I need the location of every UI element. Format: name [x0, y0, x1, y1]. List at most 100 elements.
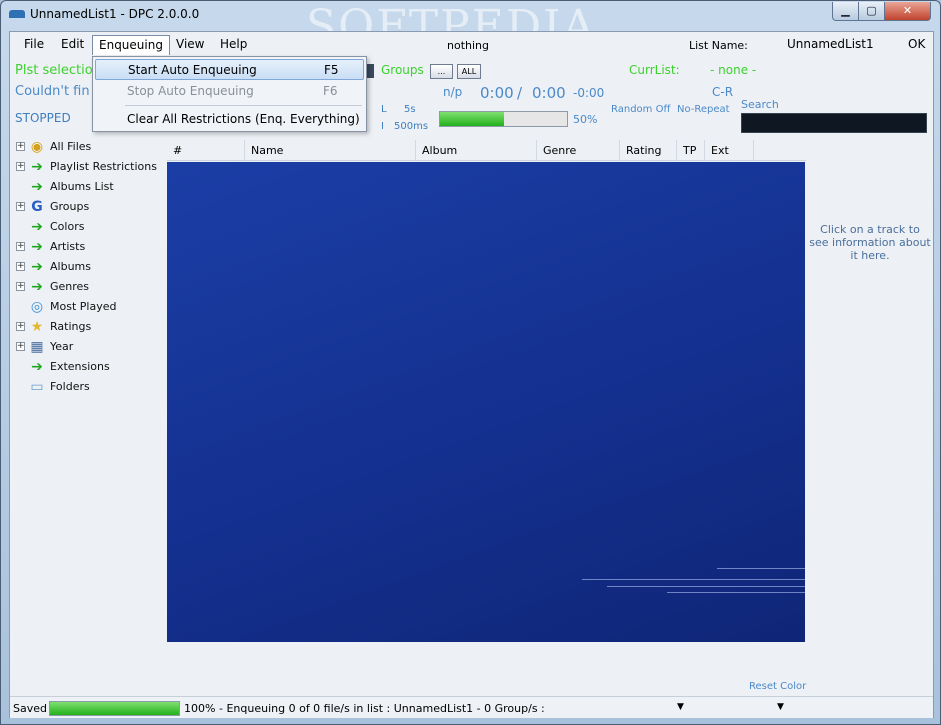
cr-label[interactable]: C-R — [712, 85, 733, 99]
title-bar[interactable]: UnnamedList1 - DPC 2.0.0.0 SOFTPEDIA ▁ ▢… — [1, 1, 940, 49]
menu-edit[interactable]: Edit — [55, 35, 90, 55]
tree-item-groups[interactable]: + G Groups — [14, 198, 164, 216]
expand-icon[interactable]: + — [16, 162, 25, 171]
tree-item-label: Groups — [50, 200, 90, 213]
tree-item-folders[interactable]: ▭ Folders — [14, 378, 164, 396]
list-name-value[interactable]: UnnamedList1 — [787, 37, 874, 51]
expand-icon[interactable]: + — [16, 342, 25, 351]
status-text: - Enqueuing 0 of 0 file/s in list : Unna… — [219, 702, 545, 715]
i-label: I — [381, 121, 384, 132]
currlist-value: - none - — [710, 63, 757, 77]
time-elapsed: 0:00 — [480, 84, 514, 102]
status-bar: Saved 100% - Enqueuing 0 of 0 file/s in … — [10, 696, 933, 718]
tree-item-label: Playlist Restrictions — [50, 160, 157, 173]
column-rating[interactable]: Rating — [619, 140, 677, 161]
tree-item-artists[interactable]: + ➔ Artists — [14, 238, 164, 256]
disc-icon: ◎ — [30, 299, 44, 315]
arrow-icon: ➔ — [31, 279, 43, 295]
repeat-toggle[interactable]: No-Repeat — [677, 104, 730, 115]
tree-item-genres[interactable]: + ➔ Genres — [14, 278, 164, 296]
now-playing-text: nothing — [447, 39, 489, 52]
app-icon — [9, 10, 25, 18]
playlist-selection-text: Plst selectio — [15, 63, 93, 78]
column-album[interactable]: Album — [415, 140, 537, 161]
menu-separator — [125, 105, 362, 106]
track-table-header: # Name Album Genre Rating TP Ext — [167, 140, 806, 161]
arrow-icon: ➔ — [31, 359, 43, 375]
time-remaining: -0:00 — [573, 86, 605, 100]
menu-file[interactable]: File — [18, 35, 50, 55]
menu-enqueuing[interactable]: Enqueuing — [92, 35, 170, 55]
arrow-icon: ➔ — [31, 259, 43, 275]
tree-item-year[interactable]: + ▦ Year — [14, 338, 164, 356]
app-window: UnnamedList1 - DPC 2.0.0.0 SOFTPEDIA ▁ ▢… — [0, 0, 941, 725]
expand-icon[interactable]: + — [16, 242, 25, 251]
player-state: STOPPED — [15, 111, 71, 125]
menu-start-auto-enqueuing[interactable]: Start Auto Enqueuing F5 — [95, 59, 364, 80]
column-tp[interactable]: TP — [676, 140, 705, 161]
column-ext[interactable]: Ext — [704, 140, 754, 161]
tree-item-label: Extensions — [50, 360, 110, 373]
tree-item-albums[interactable]: + ➔ Albums — [14, 258, 164, 276]
ok-button[interactable]: OK — [908, 37, 925, 51]
arrow-icon: ➔ — [31, 219, 43, 235]
tree-item-playlist-restrictions[interactable]: + ➔ Playlist Restrictions — [14, 158, 164, 176]
column-genre[interactable]: Genre — [536, 140, 620, 161]
volume-percent: 50% — [573, 113, 598, 126]
expand-icon[interactable]: + — [16, 322, 25, 331]
menu-view[interactable]: View — [170, 35, 210, 55]
track-info-message: Click on a track to see information abou… — [809, 223, 931, 262]
folder-icon: ▭ — [30, 379, 44, 395]
expand-icon[interactable]: + — [16, 282, 25, 291]
arrow-icon: ➔ — [31, 239, 43, 255]
tree-item-colors[interactable]: ➔ Colors — [14, 218, 164, 236]
groups-more-button[interactable]: ... — [430, 64, 453, 79]
status-progress-fill — [50, 702, 179, 715]
search-input[interactable] — [741, 113, 927, 133]
l-value[interactable]: 5s — [404, 104, 416, 115]
background-streak — [607, 586, 805, 587]
menu-clear-all-restrictions[interactable]: Clear All Restrictions (Enq. Everything) — [95, 109, 364, 130]
menu-item-shortcut: F6 — [323, 84, 338, 98]
status-percent: 100% — [184, 702, 216, 715]
reset-color-link[interactable]: Reset Color — [749, 681, 806, 692]
i-value[interactable]: 500ms — [394, 121, 428, 132]
track-list[interactable] — [167, 162, 805, 642]
time-total: 0:00 — [532, 84, 566, 102]
menu-item-shortcut: F5 — [324, 63, 339, 77]
expand-icon[interactable]: + — [16, 262, 25, 271]
expand-icon[interactable]: + — [16, 142, 25, 151]
time-separator: / — [517, 84, 523, 102]
second-dropdown-arrow-icon[interactable]: ▼ — [777, 702, 784, 712]
menu-stop-auto-enqueuing[interactable]: Stop Auto Enqueuing F6 — [95, 81, 364, 102]
groups-all-button[interactable]: ALL — [457, 64, 481, 79]
tree-item-label: Folders — [50, 380, 90, 393]
groups-dropdown-arrow-icon[interactable]: ▼ — [677, 702, 684, 712]
tree-item-label: Albums List — [50, 180, 114, 193]
column-number[interactable]: # — [167, 140, 244, 161]
minimize-button[interactable]: ▁ — [832, 2, 859, 21]
np-label[interactable]: n/p — [443, 85, 462, 99]
menu-item-label: Start Auto Enqueuing — [128, 63, 257, 77]
column-name[interactable]: Name — [244, 140, 416, 161]
maximize-button[interactable]: ▢ — [858, 2, 885, 21]
groups-label: Groups — [381, 63, 424, 77]
close-button[interactable]: ✕ — [884, 2, 931, 21]
tree-item-ratings[interactable]: + ★ Ratings — [14, 318, 164, 336]
menu-item-label: Stop Auto Enqueuing — [127, 84, 254, 98]
menu-help[interactable]: Help — [214, 35, 253, 55]
calendar-icon: ▦ — [30, 339, 44, 355]
client-area: File Edit Enqueuing View Help nothing Li… — [9, 31, 934, 718]
currlist-label: CurrList: — [629, 63, 680, 77]
expand-icon[interactable]: + — [16, 202, 25, 211]
tree-item-extensions[interactable]: ➔ Extensions — [14, 358, 164, 376]
random-toggle[interactable]: Random Off — [611, 104, 670, 115]
volume-progress-bar[interactable] — [439, 111, 568, 127]
tree-item-label: Colors — [50, 220, 85, 233]
background-streak — [717, 568, 805, 569]
tree-item-albums-list[interactable]: ➔ Albums List — [14, 178, 164, 196]
column-spacer — [753, 140, 806, 161]
tree-item-all-files[interactable]: + ◉ All Files — [14, 138, 164, 156]
tree-item-most-played[interactable]: ◎ Most Played — [14, 298, 164, 316]
background-streak — [582, 579, 805, 580]
